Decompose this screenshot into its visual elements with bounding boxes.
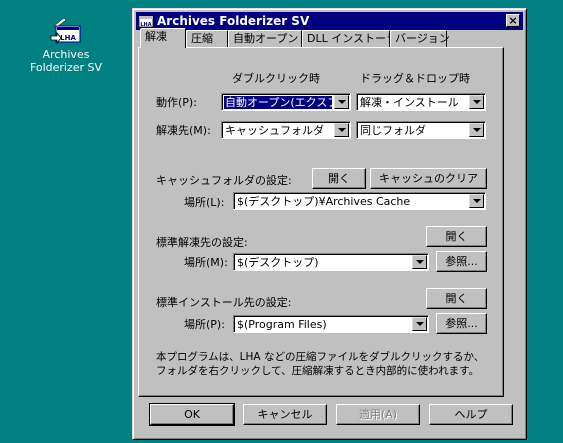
tab-dll-installer[interactable]: DLL インストーラ	[302, 30, 397, 47]
desktop-icon-archives-folderizer[interactable]: LHA Archives Folderizer SV	[24, 14, 108, 74]
svg-text:LHA: LHA	[60, 34, 76, 42]
tab-panel-extract	[138, 47, 504, 397]
help-button[interactable]: ヘルプ	[429, 404, 513, 425]
close-button[interactable]: ×	[506, 14, 520, 27]
desktop-icon-label: Archives Folderizer SV	[29, 48, 103, 74]
apply-button[interactable]: 適用(A)	[336, 404, 420, 425]
close-icon: ×	[508, 14, 518, 27]
lha-archive-icon: LHA	[50, 14, 82, 46]
tab-compress[interactable]: 圧縮	[186, 30, 228, 47]
window-title: Archives Folderizer SV	[157, 14, 310, 28]
tab-version[interactable]: バージョン	[390, 30, 450, 47]
title-bar[interactable]: LHA Archives Folderizer SV ×	[136, 12, 523, 30]
tab-auto-open[interactable]: 自動オープン	[228, 30, 302, 47]
ok-button[interactable]: OK	[149, 403, 235, 426]
tab-extract[interactable]: 解凍	[140, 28, 186, 48]
lha-app-icon: LHA	[138, 15, 154, 28]
cancel-button[interactable]: キャンセル	[243, 404, 327, 425]
